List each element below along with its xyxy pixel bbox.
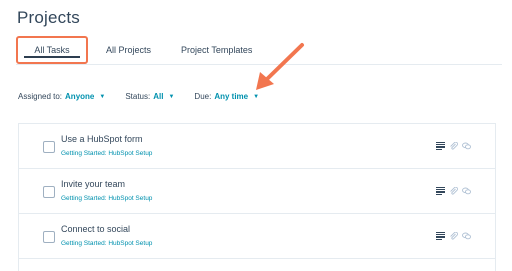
task-title[interactable]: Use a HubSpot form [61, 134, 143, 144]
tab-project-templates-label: Project Templates [181, 45, 253, 55]
task-row[interactable]: Connect to social Getting Started: HubSp… [19, 214, 495, 259]
caret-down-icon: ▼ [253, 93, 260, 100]
attachment-icon[interactable] [449, 232, 458, 240]
task-actions [436, 232, 471, 240]
status-value: All [153, 92, 164, 101]
assigned-to-label: Assigned to: [18, 92, 63, 101]
tab-all-tasks[interactable]: All Tasks [16, 36, 88, 64]
attachment-icon[interactable] [449, 142, 458, 150]
caret-down-icon: ▼ [99, 93, 106, 100]
comment-icon[interactable] [462, 142, 471, 150]
assigned-to-value: Anyone [65, 92, 95, 101]
task-checkbox[interactable] [43, 141, 55, 153]
page-title: Projects [17, 8, 81, 27]
task-actions [436, 142, 471, 150]
task-project-link[interactable]: Getting Started: HubSpot Setup [61, 195, 152, 202]
task-title[interactable]: Connect to social [61, 224, 130, 234]
task-title[interactable]: Invite your team [61, 179, 125, 189]
active-tab-indicator [24, 56, 80, 58]
task-row[interactable]: Invite your team Getting Started: HubSpo… [19, 169, 495, 214]
notes-icon[interactable] [436, 187, 445, 195]
tab-all-projects-label: All Projects [106, 45, 152, 55]
task-row[interactable]: Use a HubSpot form Getting Started: HubS… [19, 124, 495, 169]
due-value: Any time [214, 92, 249, 101]
task-list: Use a HubSpot form Getting Started: HubS… [18, 123, 496, 271]
due-filter[interactable]: Due: Any time ▼ [194, 92, 259, 101]
task-project-link[interactable]: Getting Started: HubSpot Setup [61, 240, 152, 247]
status-filter[interactable]: Status: All ▼ [125, 92, 174, 101]
tab-all-tasks-label: All Tasks [34, 45, 70, 55]
tab-project-templates[interactable]: Project Templates [169, 36, 264, 64]
comment-icon[interactable] [462, 187, 471, 195]
comment-icon[interactable] [462, 232, 471, 240]
task-checkbox[interactable] [43, 186, 55, 198]
tab-all-projects[interactable]: All Projects [94, 36, 163, 64]
task-checkbox[interactable] [43, 231, 55, 243]
assigned-to-filter[interactable]: Assigned to: Anyone ▼ [18, 92, 105, 101]
tab-bar: All Tasks All Projects Project Templates [16, 36, 264, 64]
filter-bar: Assigned to: Anyone ▼ Status: All ▼ Due:… [18, 92, 259, 101]
attachment-icon[interactable] [449, 187, 458, 195]
caret-down-icon: ▼ [168, 93, 175, 100]
notes-icon[interactable] [436, 232, 445, 240]
status-label: Status: [125, 92, 151, 101]
arrow-icon [256, 43, 304, 90]
due-label: Due: [194, 92, 212, 101]
task-actions [436, 187, 471, 195]
notes-icon[interactable] [436, 142, 445, 150]
task-project-link[interactable]: Getting Started: HubSpot Setup [61, 150, 152, 157]
